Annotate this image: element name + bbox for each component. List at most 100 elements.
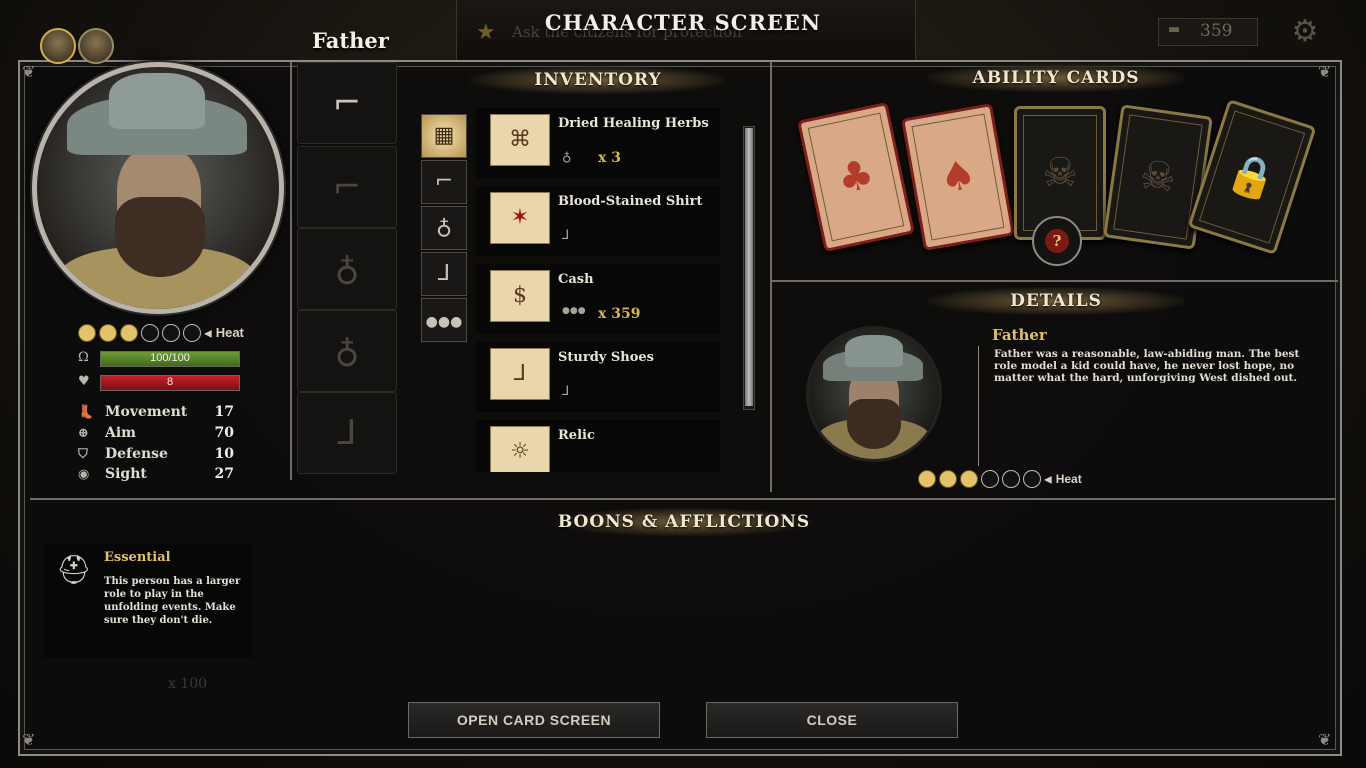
boons-divider [30, 498, 1336, 500]
cash-icon: $ [490, 270, 550, 322]
stat-movement: 👢 Movement 17 [78, 404, 238, 424]
cowboy-hat-icon: ⛑ [56, 553, 92, 586]
skull-icon [99, 324, 117, 342]
details-portrait [806, 326, 942, 462]
inventory-item[interactable]: ⌘ Dried Healing Herbs ♁ x 3 [476, 108, 720, 178]
item-qty: x 359 [598, 306, 641, 322]
heat-value: 8 [166, 376, 174, 388]
heat-label: Heat [215, 324, 244, 340]
all-items-icon: ▦ [433, 123, 455, 148]
close-button[interactable]: CLOSE [706, 702, 958, 738]
boon-description: This person has a larger role to play in… [104, 576, 241, 626]
item-qty: x 3 [598, 150, 621, 166]
more-icon: ●●● [562, 306, 586, 316]
item-name: Relic [558, 428, 595, 443]
eye-icon: ◉ [78, 467, 90, 482]
boot-icon: ⅃ [562, 384, 570, 399]
skull-icon [939, 470, 957, 488]
stat-label: Aim [105, 425, 136, 441]
heart-icon: ♥ [78, 374, 90, 389]
shirt-icon: ✶ [490, 192, 550, 244]
item-name: Dried Healing Herbs [558, 116, 709, 131]
equip-slot-item-2[interactable]: ♁ [297, 310, 397, 392]
inventory-item[interactable]: ⅃ Sturdy Shoes ⅃ [476, 342, 720, 412]
skull-icon [981, 470, 999, 488]
open-card-screen-button[interactable]: OPEN CARD SCREEN [408, 702, 660, 738]
boot-icon: ⅃ [437, 261, 451, 286]
equip-slot-item-1[interactable]: ♁ [297, 228, 397, 310]
herbs-icon: ⌘ [490, 114, 550, 166]
shield-icon: ⛉ [78, 447, 88, 462]
skull-icon [120, 324, 138, 342]
heat-meter: ◀ Heat [78, 324, 244, 342]
flask-icon: ♁ [334, 249, 360, 289]
filter-tab-misc[interactable]: ●●● [421, 298, 467, 342]
boots-icon: ⅃ [337, 413, 357, 453]
skull-icon [1002, 470, 1020, 488]
item-name: Blood-Stained Shirt [558, 194, 703, 209]
arrow-left-icon: ◀ [204, 328, 212, 340]
party-member-tab-father[interactable] [40, 28, 76, 64]
filter-tab-all[interactable]: ▦ [421, 114, 467, 158]
health-text: 100/100 [150, 352, 190, 364]
corner-ornament: ❦ [22, 62, 36, 81]
inventory-item[interactable]: ☼ Relic [476, 420, 720, 472]
inventory-item[interactable]: ✶ Blood-Stained Shirt ⅃ [476, 186, 720, 256]
corner-ornament: ❦ [1318, 730, 1332, 749]
boot-icon: ⅃ [562, 228, 570, 243]
background-ghost-text: x 100 [168, 676, 208, 692]
filter-tab-consumables[interactable]: ♁ [421, 206, 467, 250]
arrow-left-icon: ◀ [1044, 474, 1052, 486]
relic-icon: ☼ [490, 426, 550, 472]
stat-value: 27 [214, 466, 234, 482]
skull-icon [183, 324, 201, 342]
revolver-icon: ⌐ [434, 169, 454, 194]
filter-tab-clothing[interactable]: ⅃ [421, 252, 467, 296]
stat-sight: ◉ Sight 27 [78, 466, 238, 486]
details-description: Father was a reasonable, law-abiding man… [994, 348, 1300, 384]
middle-divider [770, 62, 772, 492]
question-icon: ? [1045, 229, 1069, 253]
figure-icon: ♠ [936, 151, 980, 203]
inventory-item[interactable]: $ Cash ●●● x 359 [476, 264, 720, 334]
help-button[interactable]: ? [1032, 216, 1082, 266]
details-heat-label: Heat [1055, 471, 1082, 486]
equip-slot-boots[interactable]: ⅃ [297, 392, 397, 474]
skull-icon [960, 470, 978, 488]
boon-title: Essential [104, 550, 171, 565]
pistol-icon: ⌐ [332, 167, 362, 207]
equip-slot-offhand[interactable]: ⌐ [297, 146, 397, 228]
flask-icon: ♁ [562, 150, 572, 165]
details-heat-meter: ◀ Heat [918, 470, 1082, 488]
skull-icon [141, 324, 159, 342]
filter-tab-weapons[interactable]: ⌐ [421, 160, 467, 204]
stat-defense: ⛉ Defense 10 [78, 446, 238, 466]
skull-icon [162, 324, 180, 342]
crosshair-icon: ⊕ [78, 426, 89, 441]
stat-value: 17 [214, 404, 234, 420]
skull-icon [78, 324, 96, 342]
skull-icon [918, 470, 936, 488]
stat-label: Defense [105, 446, 168, 462]
character-name: Father [312, 28, 389, 53]
party-member-tab-2[interactable] [78, 28, 114, 64]
more-icon: ●●● [425, 314, 463, 330]
details-divider-line [978, 346, 979, 466]
horseshoe-icon: Ω [78, 350, 89, 365]
details-name: Father [992, 326, 1047, 344]
corner-ornament: ❦ [1318, 62, 1332, 81]
inventory-scrollbar-thumb[interactable] [745, 128, 753, 406]
corner-ornament: ❦ [22, 730, 36, 749]
stat-value: 10 [214, 446, 234, 462]
inventory-title: INVENTORY [470, 66, 726, 94]
ability-cards-title: ABILITY CARDS [928, 64, 1184, 92]
revolver-icon: ⌐ [332, 83, 362, 123]
skull-icon [1023, 470, 1041, 488]
details-title: DETAILS [928, 287, 1184, 315]
stat-label: Movement [105, 404, 188, 420]
boons-title: BOONS & AFFLICTIONS [556, 508, 812, 536]
flask-icon: ♁ [435, 215, 453, 240]
flask-icon: ♁ [334, 331, 360, 371]
screen-title: CHARACTER SCREEN [544, 10, 822, 35]
equip-slot-weapon[interactable]: ⌐ [297, 62, 397, 144]
